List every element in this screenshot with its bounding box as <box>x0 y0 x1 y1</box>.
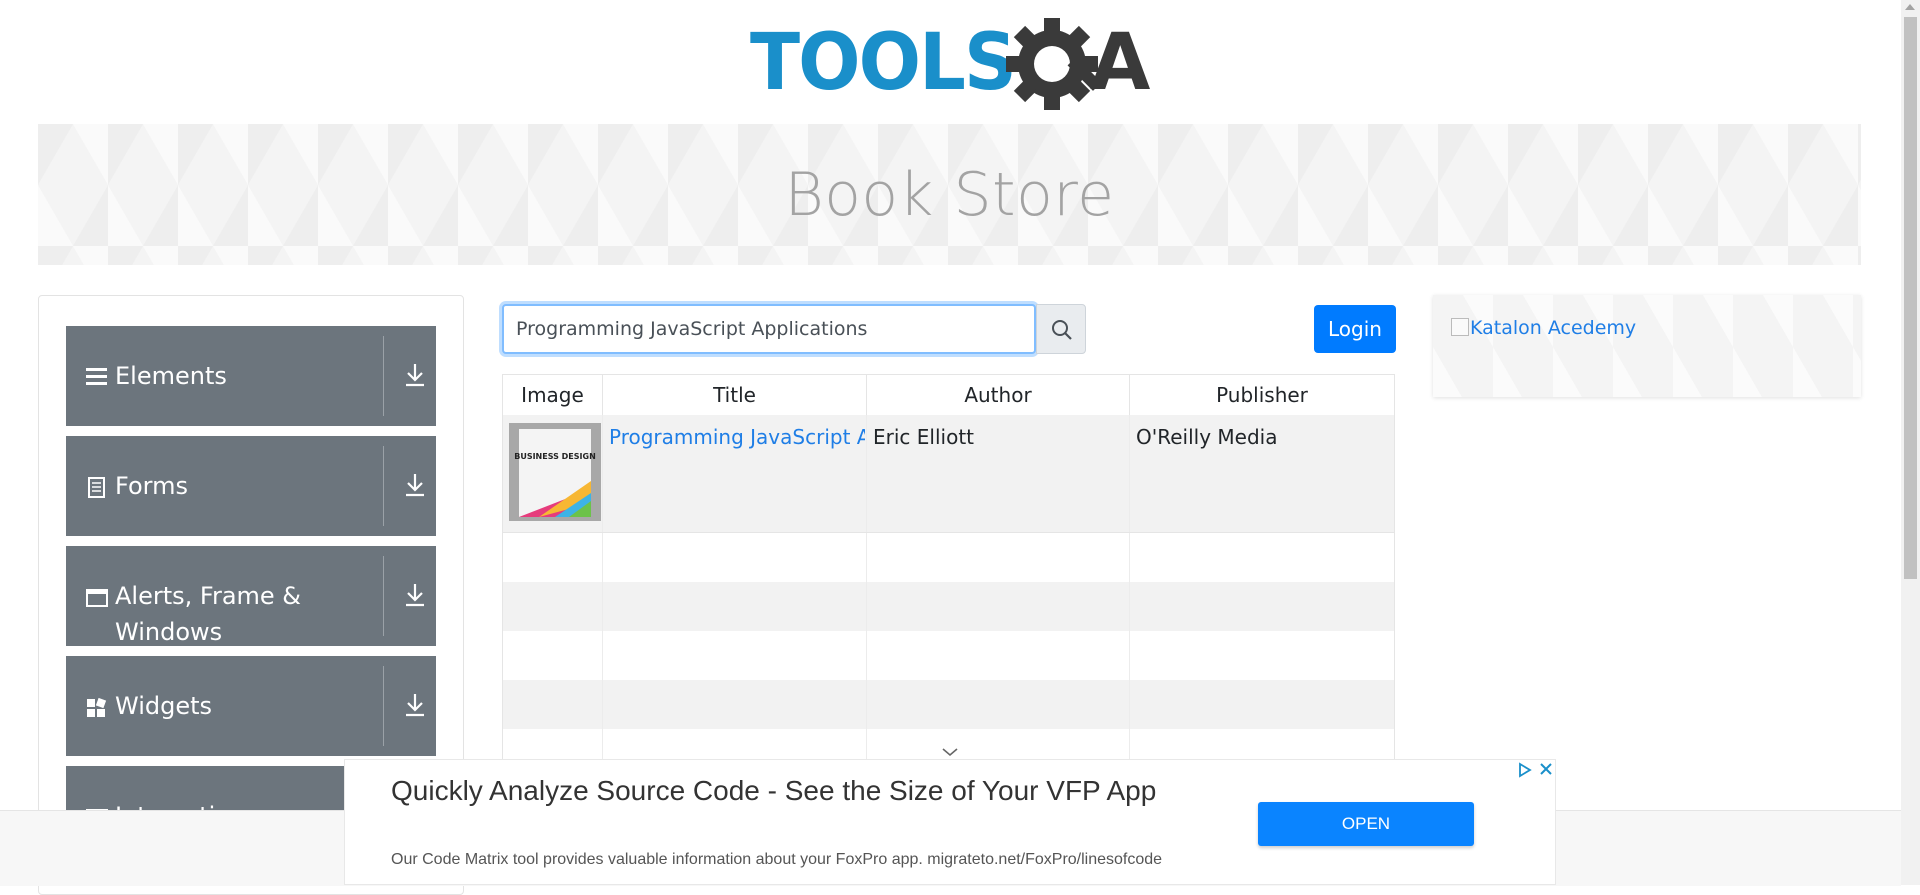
books-table: Image Title Author Publisher BUSINESS DE… <box>502 374 1395 774</box>
table-header: Image Title Author Publisher <box>503 375 1394 416</box>
divider <box>383 556 384 636</box>
download-arrow-icon[interactable] <box>403 472 427 498</box>
document-icon <box>88 477 105 498</box>
ad-headline[interactable]: Quickly Analyze Source Code - See the Si… <box>391 772 1221 810</box>
chevron-down-icon[interactable] <box>940 745 960 759</box>
table-row <box>503 582 1394 631</box>
side-ad-banner[interactable]: Katalon Acedemy <box>1433 295 1861 397</box>
download-arrow-icon[interactable] <box>403 692 427 718</box>
book-cover-image: BUSINESS DESIGN <box>509 423 601 521</box>
side-ad-alt-text: Katalon Acedemy <box>1470 317 1637 339</box>
broken-image-icon <box>1451 318 1469 336</box>
table-row: BUSINESS DESIGN Programming JavaScript A… <box>503 415 1394 533</box>
ad-open-button[interactable]: OPEN <box>1258 802 1474 846</box>
scrollbar-thumb[interactable] <box>1904 17 1917 579</box>
hamburger-icon <box>86 368 107 385</box>
download-arrow-icon[interactable] <box>403 582 427 608</box>
side-ad-link[interactable]: Katalon Acedemy <box>1451 317 1636 339</box>
search-icon <box>1052 320 1072 340</box>
sidebar-group-label: Elements <box>115 362 227 390</box>
table-row <box>503 533 1394 582</box>
search-button[interactable] <box>1036 304 1086 354</box>
sidebar-group-forms[interactable]: Forms <box>66 436 436 536</box>
close-icon[interactable] <box>1537 760 1555 778</box>
divider <box>383 666 384 746</box>
search-input[interactable] <box>502 304 1036 354</box>
svg-text:TOOLS: TOOLS <box>750 18 1015 108</box>
book-cover-text: BUSINESS DESIGN <box>514 452 596 461</box>
column-header-author[interactable]: Author <box>867 375 1130 415</box>
adchoices-icon[interactable] <box>1517 762 1533 778</box>
window-icon <box>86 589 108 607</box>
table-row <box>503 680 1394 729</box>
sidebar-group-label: Widgets <box>115 692 213 720</box>
bottom-ad[interactable]: Quickly Analyze Source Code - See the Si… <box>344 759 1556 885</box>
sidebar-group-label: Alerts, Frame & <box>115 582 302 610</box>
sidebar-group-alerts-frame-windows[interactable]: Alerts, Frame & Windows <box>66 546 436 646</box>
column-header-publisher[interactable]: Publisher <box>1130 375 1394 415</box>
svg-text:A: A <box>1090 18 1150 108</box>
divider <box>383 446 384 526</box>
book-author-cell: Eric Elliott <box>867 415 1130 532</box>
column-header-image[interactable]: Image <box>503 375 603 415</box>
sidebar-group-label: Forms <box>115 472 188 500</box>
table-row <box>503 631 1394 680</box>
column-header-title[interactable]: Title <box>603 375 867 415</box>
sidebar-group-widgets[interactable]: Widgets <box>66 656 436 756</box>
book-image-cell: BUSINESS DESIGN <box>503 415 603 532</box>
sidebar-group-label-line2: Windows <box>115 618 223 646</box>
page-title: Book Store <box>784 160 1115 230</box>
page-banner: Book Store <box>38 124 1861 265</box>
toolsqa-logo[interactable]: TOOLS A <box>750 18 1156 114</box>
sidebar-group-elements[interactable]: Elements <box>66 326 436 426</box>
scroll-up-arrow-icon[interactable] <box>1905 4 1915 10</box>
ad-description[interactable]: Our Code Matrix tool provides valuable i… <box>391 851 1162 869</box>
vertical-scrollbar[interactable] <box>1901 0 1920 885</box>
book-publisher-cell: O'Reilly Media <box>1130 415 1394 532</box>
widgets-icon <box>87 697 107 717</box>
login-button[interactable]: Login <box>1314 305 1396 353</box>
divider <box>383 336 384 416</box>
book-title-cell: Programming JavaScript Applications <box>603 415 867 532</box>
book-title-link[interactable]: Programming JavaScript Applications <box>609 425 865 449</box>
book-publisher: O'Reilly Media <box>1136 425 1278 449</box>
download-arrow-icon[interactable] <box>403 362 427 388</box>
book-author: Eric Elliott <box>873 425 974 449</box>
